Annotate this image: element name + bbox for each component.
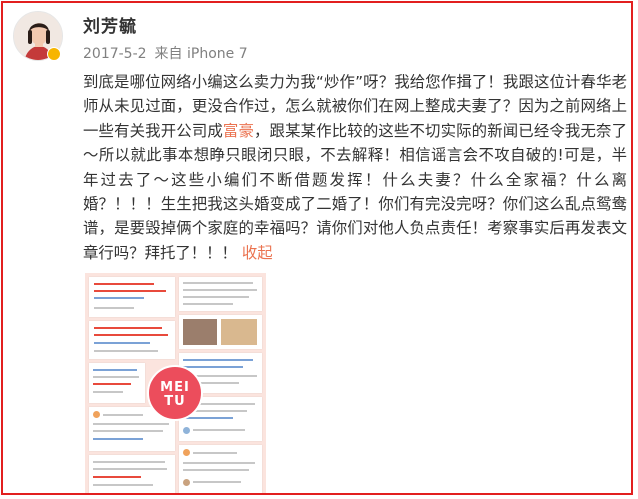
post-text-part2: ，跟某某作比较的这些不切实际的新闻已经令我无奈了～所以就此事本想睁只眼闭只眼，不… xyxy=(83,121,627,262)
thumb-card xyxy=(89,277,175,317)
thumb-card xyxy=(89,321,175,359)
meitu-watermark: MEI TU xyxy=(147,365,203,421)
thumb-photo xyxy=(183,319,217,345)
topic-link[interactable]: 富豪 xyxy=(223,122,254,140)
collapse-button[interactable]: 收起 xyxy=(242,244,273,262)
thumb-card xyxy=(179,445,262,493)
thumb-photo xyxy=(221,319,257,345)
post-image-thumbnail[interactable]: MEI TU xyxy=(85,273,266,493)
user-name-link[interactable]: 刘芳毓 xyxy=(83,12,137,37)
thumb-card xyxy=(179,277,262,311)
post-meta: 2017-5-2 来自 iPhone 7 xyxy=(83,43,248,63)
post-date[interactable]: 2017-5-2 xyxy=(83,46,147,62)
post-source: 来自 iPhone 7 xyxy=(154,46,248,62)
thumb-card xyxy=(89,363,145,403)
thumb-card xyxy=(89,455,175,493)
post-body: 到底是哪位网络小编这么卖力为我“炒作”呀？我给您作揖了！我跟这位计春华老师从未见… xyxy=(83,70,627,265)
verified-badge-icon xyxy=(47,47,61,61)
weibo-post-card: 刘芳毓 2017-5-2 来自 iPhone 7 到底是哪位网络小编这么卖力为我“… xyxy=(1,1,633,495)
thumb-card xyxy=(179,315,262,349)
